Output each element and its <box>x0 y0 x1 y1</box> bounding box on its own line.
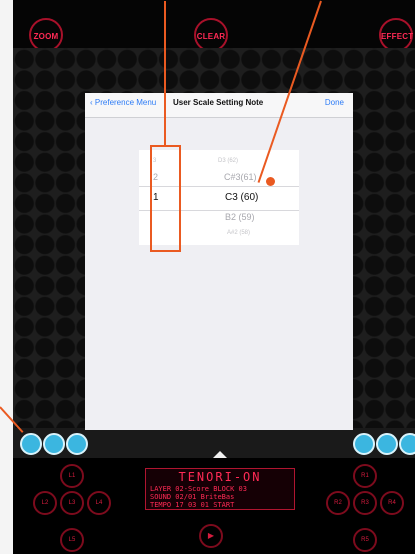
circle-button[interactable] <box>399 433 415 455</box>
r3-button[interactable]: R3 <box>353 491 377 515</box>
l4-button[interactable]: L4 <box>87 491 111 515</box>
circle-button[interactable] <box>353 433 375 455</box>
r5-button[interactable]: R5 <box>353 528 377 552</box>
l2-button[interactable]: L2 <box>33 491 57 515</box>
user-scale-modal: ‹ Preference Menu User Scale Setting Not… <box>85 93 353 430</box>
effect-button[interactable]: EFFECT <box>379 18 413 52</box>
picker-right-selected[interactable]: C3 (60) <box>225 192 258 203</box>
done-button[interactable]: Done <box>325 98 344 107</box>
callout-highlight-box <box>150 145 181 252</box>
picker-right-item[interactable]: C#3(61) <box>224 172 257 182</box>
l3-button[interactable]: L3 <box>60 491 84 515</box>
circle-button[interactable] <box>20 433 42 455</box>
circle-button[interactable] <box>66 433 88 455</box>
back-button[interactable]: ‹ Preference Menu <box>90 98 156 107</box>
lcd-line-1: LAYER 02-Score BLOCK 03 <box>150 485 247 493</box>
r4-button[interactable]: R4 <box>380 491 404 515</box>
zoom-button[interactable]: ZOOM <box>29 18 63 52</box>
lcd-title: TENORI-ON <box>178 470 262 484</box>
modal-nav-bar: ‹ Preference Menu User Scale Setting Not… <box>85 93 353 118</box>
play-icon[interactable]: ▶ <box>199 524 223 548</box>
lcd-line-3: TEMPO 17 03 01 START <box>150 501 235 509</box>
modal-title: User Scale Setting Note <box>173 98 264 107</box>
clear-button[interactable]: CLEAR <box>194 18 228 52</box>
circle-button[interactable] <box>43 433 65 455</box>
popover-arrow <box>213 451 227 458</box>
picker-right-item[interactable]: D3 (62) <box>218 158 238 164</box>
callout-dot <box>266 177 275 186</box>
r1-button[interactable]: R1 <box>353 464 377 488</box>
picker-right-item[interactable]: B2 (59) <box>225 212 255 222</box>
l5-button[interactable]: L5 <box>60 528 84 552</box>
picker-right-item[interactable]: A#2 (58) <box>227 230 250 236</box>
r2-button[interactable]: R2 <box>326 491 350 515</box>
lcd-line-2: SOUND 02/01 BriteBas <box>150 493 235 501</box>
circle-button[interactable] <box>376 433 398 455</box>
lcd-display: TENORI-ON LAYER 02-Score BLOCK 03 SOUND … <box>145 468 295 510</box>
callout-line <box>164 1 166 146</box>
l1-button[interactable]: L1 <box>60 464 84 488</box>
top-bar: ZOOM CLEAR EFFECT <box>13 0 415 52</box>
bottom-controls: L1 L2 L3 L4 L5 TENORI-ON LAYER 02-Score … <box>13 451 415 554</box>
